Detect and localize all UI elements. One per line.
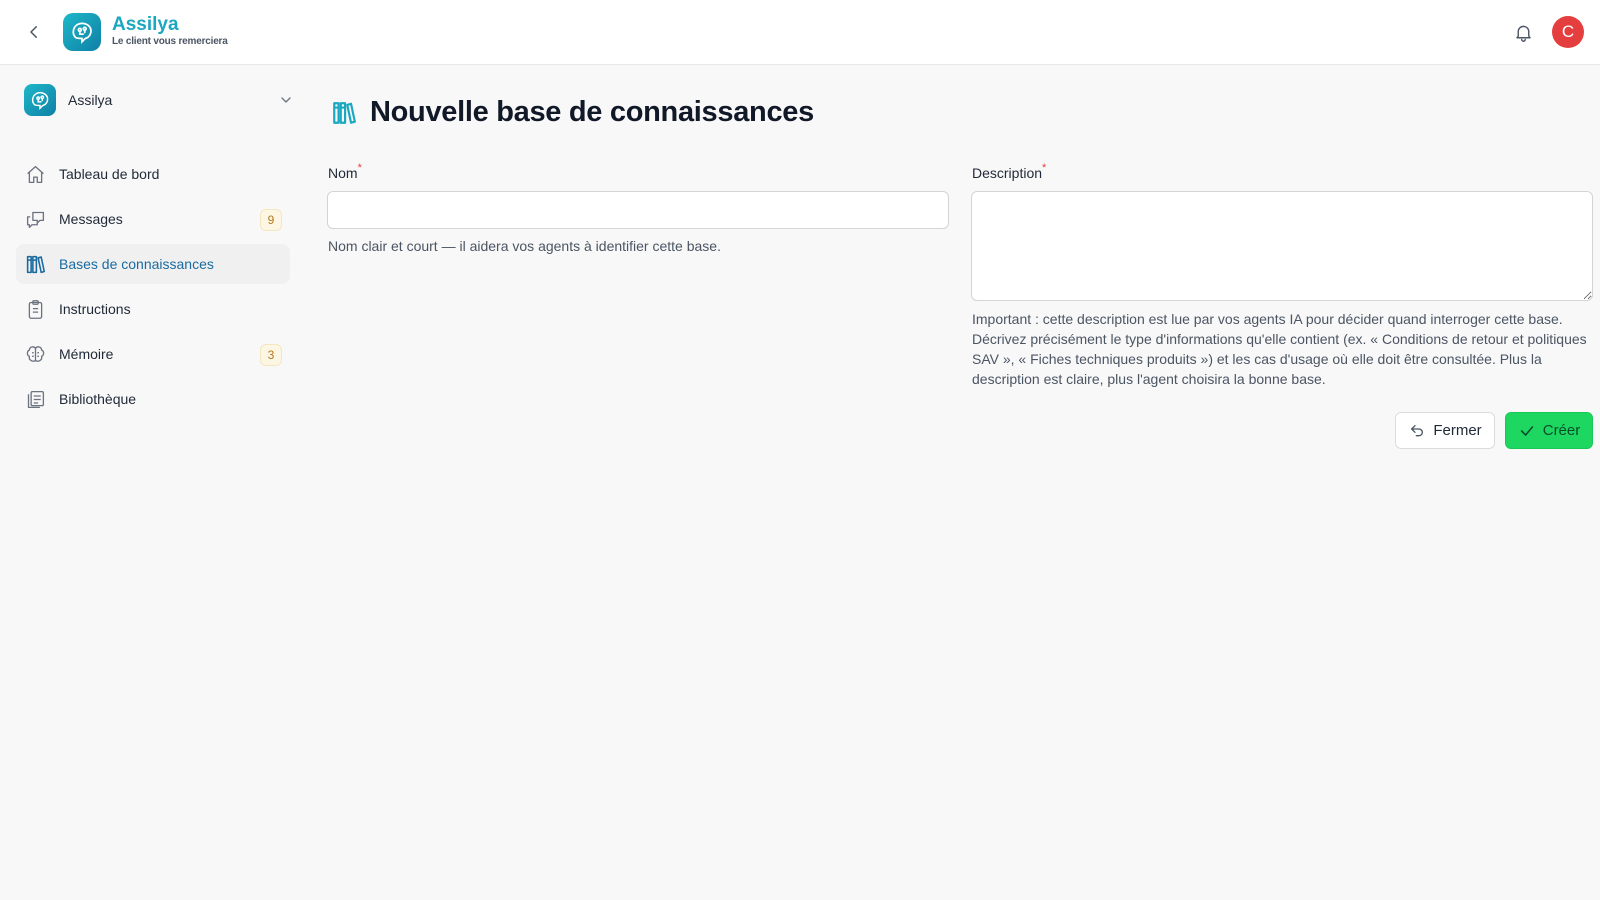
brand: Assilya Le client vous remerciera [112,14,228,48]
sidebar-item-library[interactable]: Bibliothèque [16,379,290,419]
bell-icon [1515,25,1531,42]
description-help-text: Important : cette description est lue pa… [972,311,1587,387]
workspace-logo [24,84,56,116]
name-field-label: Nom* [328,162,362,181]
unread-count-badge: 9 [260,209,282,231]
sidebar-item-label: Mémoire [59,346,114,362]
name-help-text: Nom clair et court — il aidera vos agent… [328,238,721,254]
brand-tagline: Le client vous remerciera [112,36,228,47]
close-button[interactable]: Fermer [1395,412,1495,449]
back-button[interactable] [22,20,46,44]
sidebar-item-memory[interactable]: Mémoire 3 [16,334,290,374]
notifications-button[interactable] [1511,20,1535,44]
sidebar-item-label: Tableau de bord [59,166,160,182]
page-title: Nouvelle base de connaissances [370,96,814,128]
sidebar-item-knowledge-bases[interactable]: Bases de connaissances [16,244,290,284]
required-mark: * [1042,162,1047,174]
required-mark: * [357,162,362,174]
sidebar-item-label: Messages [59,211,123,227]
create-button-label: Créer [1542,422,1581,439]
description-label-text: Description [972,165,1043,181]
undo-arrow-icon [1408,422,1426,440]
description-field-label: Description* [972,162,1047,181]
memory-count-badge: 3 [260,344,282,366]
name-label-text: Nom [328,165,358,181]
check-icon [1518,422,1536,440]
avatar[interactable]: C [1552,16,1584,48]
clipboard-icon [24,298,46,320]
create-button[interactable]: Créer [1505,412,1593,449]
sidebar-item-label: Bases de connaissances [59,256,214,272]
sidebar-item-label: Instructions [59,301,131,317]
description-textarea[interactable] [971,191,1593,301]
chevron-left-icon [30,26,37,38]
sidebar-item-label: Bibliothèque [59,391,137,407]
name-input[interactable] [327,191,949,229]
sidebar-item-instructions[interactable]: Instructions [16,289,290,329]
page-header: Nouvelle base de connaissances [330,96,814,129]
close-button-label: Fermer [1433,422,1482,439]
brand-logo [63,13,101,51]
chat-bubbles-icon [24,208,46,230]
home-icon [24,163,46,185]
brain-icon [24,343,46,365]
sidebar-item-dashboard[interactable]: Tableau de bord [16,154,290,194]
books-icon [330,99,358,127]
workspace-name: Assilya [68,92,113,108]
workspace-switcher[interactable]: Assilya [24,84,294,116]
library-icon [24,388,46,410]
sidebar-nav: Tableau de bord Messages 9 Bases de conn… [16,154,290,424]
sidebar-item-messages[interactable]: Messages 9 [16,199,290,239]
chevron-down-icon [281,97,291,103]
books-icon [24,253,46,275]
brand-name: Assilya [112,14,179,35]
top-bar: Assilya Le client vous remerciera C [0,0,1600,65]
